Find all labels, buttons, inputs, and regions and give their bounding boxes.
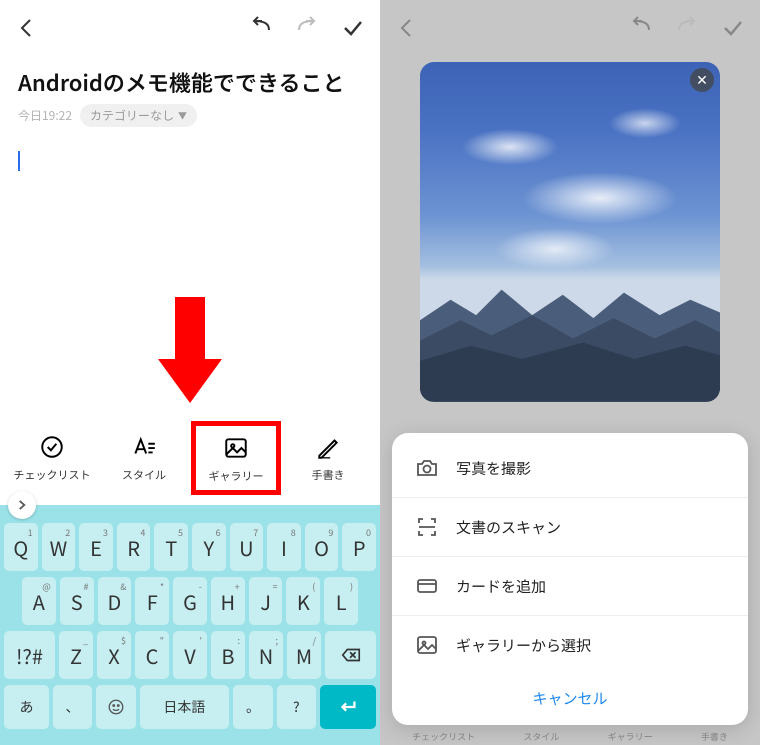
tool-label: ギャラリー [209, 468, 264, 484]
inserted-photo[interactable]: ✕ [420, 62, 720, 402]
key-u[interactable]: U7 [230, 523, 264, 571]
key-mode[interactable]: あ [4, 685, 49, 729]
note-meta: 今日19:22 カテゴリーなし ▼ [0, 104, 380, 137]
confirm-icon[interactable] [340, 15, 366, 41]
key-h[interactable]: H+ [211, 577, 245, 625]
key-p[interactable]: P0 [342, 523, 376, 571]
undo-icon[interactable] [628, 15, 654, 41]
sheet-label: 文書のスキャン [456, 517, 561, 538]
close-icon[interactable]: ✕ [690, 68, 714, 92]
sheet-label: 写真を撮影 [456, 458, 531, 479]
bg-label: スタイル [523, 730, 559, 743]
key-o[interactable]: O9 [305, 523, 339, 571]
card-icon [414, 573, 440, 599]
image-insert-screen: ✕ チェックリスト スタイル ギャラリー 手書き 写真を撮影 文書のスキャン [380, 0, 760, 745]
key-m[interactable]: M/ [287, 631, 321, 679]
key-v[interactable]: V' [173, 631, 207, 679]
topbar [380, 0, 760, 56]
scan-icon [414, 514, 440, 540]
key-q[interactable]: Q1 [4, 523, 38, 571]
bg-label: ギャラリー [608, 730, 653, 743]
style-icon [130, 433, 158, 461]
key-b[interactable]: B: [211, 631, 245, 679]
action-sheet: 写真を撮影 文書のスキャン カードを追加 ギャラリーから選択 キャン [392, 433, 748, 725]
redo-icon [294, 15, 320, 41]
keyboard-expand-icon[interactable] [8, 491, 36, 519]
key-n[interactable]: N; [249, 631, 283, 679]
key-s[interactable]: S# [60, 577, 94, 625]
sheet-item-camera[interactable]: 写真を撮影 [392, 439, 748, 498]
key-e[interactable]: E3 [79, 523, 113, 571]
tool-label: チェックリスト [14, 467, 91, 483]
note-timestamp: 今日19:22 [18, 107, 72, 124]
key-f[interactable]: F* [135, 577, 169, 625]
key-g[interactable]: G- [173, 577, 207, 625]
key-j[interactable]: J= [249, 577, 283, 625]
chevron-down-icon: ▼ [178, 109, 187, 122]
tool-checklist[interactable]: チェックリスト [7, 433, 97, 483]
editor-toolbar: チェックリスト スタイル ギャラリー 手書き [0, 407, 380, 501]
key-symbols[interactable]: !?# [4, 631, 55, 679]
note-body[interactable] [0, 137, 380, 287]
sheet-item-gallery[interactable]: ギャラリーから選択 [392, 616, 748, 674]
sheet-label: ギャラリーから選択 [456, 635, 591, 656]
sheet-cancel-button[interactable]: キャンセル [392, 674, 748, 719]
key-w[interactable]: W2 [42, 523, 76, 571]
key-c[interactable]: C" [135, 631, 169, 679]
key-y[interactable]: Y6 [192, 523, 226, 571]
annotation-arrow [0, 287, 380, 407]
bg-label: 手書き [701, 730, 728, 743]
gallery-icon [414, 632, 440, 658]
key-period[interactable]: 。 [233, 685, 272, 729]
sheet-label: カードを追加 [456, 576, 546, 597]
key-emoji[interactable] [96, 685, 135, 729]
key-x[interactable]: X$ [97, 631, 131, 679]
tool-handwriting[interactable]: 手書き [283, 433, 373, 483]
camera-icon [414, 455, 440, 481]
tool-style[interactable]: スタイル [99, 433, 189, 483]
key-l[interactable]: L) [324, 577, 358, 625]
back-icon[interactable] [394, 15, 420, 41]
tool-label: 手書き [312, 467, 345, 483]
key-language[interactable]: 日本語 [140, 685, 230, 729]
confirm-icon[interactable] [720, 15, 746, 41]
key-enter[interactable] [320, 685, 376, 729]
key-z[interactable]: Z_ [59, 631, 93, 679]
tool-gallery[interactable]: ギャラリー [191, 421, 281, 495]
handwriting-icon [314, 433, 342, 461]
redo-icon [674, 15, 700, 41]
key-comma[interactable]: 、 [53, 685, 92, 729]
key-d[interactable]: D& [98, 577, 132, 625]
bg-label: チェックリスト [412, 730, 475, 743]
bg-toolbar-labels: チェックリスト スタイル ギャラリー 手書き [380, 730, 760, 743]
key-a[interactable]: A@ [22, 577, 56, 625]
category-chip[interactable]: カテゴリーなし ▼ [80, 104, 197, 127]
note-title[interactable]: Androidのメモ機能でできること [0, 56, 380, 104]
key-r[interactable]: R4 [117, 523, 151, 571]
key-question[interactable]: ? [277, 685, 316, 729]
key-t[interactable]: T5 [154, 523, 188, 571]
key-backspace[interactable] [325, 631, 376, 679]
topbar [0, 0, 380, 56]
text-cursor [18, 151, 20, 171]
keyboard: Q1W2E3R4T5Y6U7I8O9P0 A@S#D&F*G-H+J=K(L) … [0, 505, 380, 745]
sheet-item-card[interactable]: カードを追加 [392, 557, 748, 616]
undo-icon[interactable] [248, 15, 274, 41]
key-i[interactable]: I8 [267, 523, 301, 571]
checklist-icon [38, 433, 66, 461]
key-k[interactable]: K( [286, 577, 320, 625]
gallery-icon [222, 434, 250, 462]
category-label: カテゴリーなし [90, 107, 174, 124]
photo-mountains [420, 259, 720, 402]
note-editor-screen: Androidのメモ機能でできること 今日19:22 カテゴリーなし ▼ チェッ… [0, 0, 380, 745]
sheet-item-scan[interactable]: 文書のスキャン [392, 498, 748, 557]
tool-label: スタイル [122, 467, 166, 483]
back-icon[interactable] [14, 15, 40, 41]
